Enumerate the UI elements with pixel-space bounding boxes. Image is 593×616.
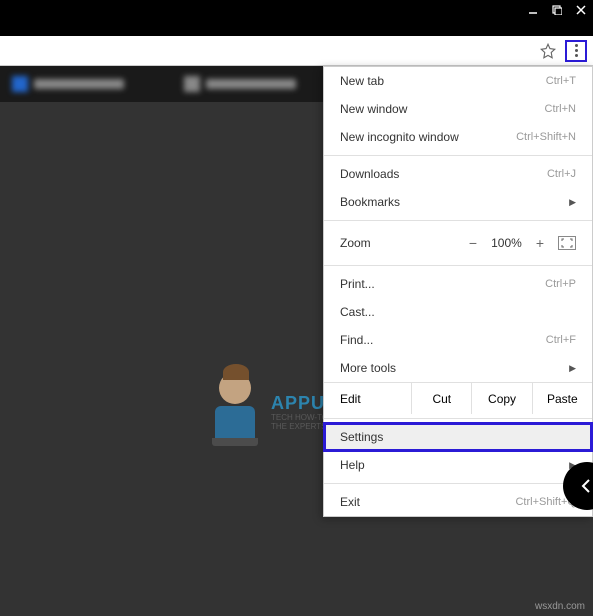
menu-shortcut: Ctrl+F [546, 334, 576, 346]
minimize-button[interactable] [521, 0, 545, 20]
main-menu: New tab Ctrl+T New window Ctrl+N New inc… [323, 66, 593, 517]
window-titlebar [0, 0, 593, 20]
menu-exit[interactable]: Exit Ctrl+Shift+Q [324, 488, 592, 516]
menu-separator [324, 220, 592, 221]
bookmark-star-icon[interactable] [539, 42, 557, 60]
menu-label: New incognito window [340, 130, 459, 144]
menu-more-tools[interactable]: More tools ▶ [324, 354, 592, 382]
tab-strip [0, 20, 593, 36]
menu-find[interactable]: Find... Ctrl+F [324, 326, 592, 354]
menu-label: New tab [340, 74, 384, 88]
menu-label: Downloads [340, 167, 399, 181]
menu-label: Bookmarks [340, 195, 400, 209]
menu-cut[interactable]: Cut [411, 382, 471, 414]
main-menu-button[interactable] [565, 40, 587, 62]
menu-shortcut: Ctrl+J [547, 168, 576, 180]
menu-label: Zoom [340, 236, 371, 250]
zoom-in-button[interactable]: + [536, 235, 544, 251]
menu-new-incognito[interactable]: New incognito window Ctrl+Shift+N [324, 123, 592, 151]
menu-label: Exit [340, 495, 360, 509]
zoom-level: 100% [491, 236, 522, 250]
menu-shortcut: Ctrl+N [545, 103, 576, 115]
close-button[interactable] [569, 0, 593, 20]
menu-settings[interactable]: Settings [324, 423, 592, 451]
menu-cast[interactable]: Cast... [324, 298, 592, 326]
menu-separator [324, 483, 592, 484]
bookmark-item[interactable] [12, 76, 124, 92]
menu-paste[interactable]: Paste [532, 382, 592, 414]
menu-label: Cast... [340, 305, 375, 319]
menu-shortcut: Ctrl+Shift+N [516, 131, 576, 143]
menu-bookmarks[interactable]: Bookmarks ▶ [324, 188, 592, 216]
menu-label: Print... [340, 277, 375, 291]
menu-label: Find... [340, 333, 373, 347]
chevron-right-icon: ▶ [569, 197, 576, 208]
menu-separator [324, 418, 592, 419]
menu-shortcut: Ctrl+P [545, 278, 576, 290]
menu-print[interactable]: Print... Ctrl+P [324, 270, 592, 298]
zoom-out-button[interactable]: − [469, 235, 477, 251]
bookmark-item[interactable] [184, 76, 296, 92]
menu-copy[interactable]: Copy [471, 382, 531, 414]
kebab-icon [575, 44, 578, 57]
menu-label: More tools [340, 361, 396, 375]
menu-shortcut: Ctrl+T [546, 75, 576, 87]
menu-downloads[interactable]: Downloads Ctrl+J [324, 160, 592, 188]
menu-edit-row: Edit Cut Copy Paste [324, 382, 592, 414]
menu-separator [324, 265, 592, 266]
omnibox-row [0, 36, 593, 66]
menu-new-window[interactable]: New window Ctrl+N [324, 95, 592, 123]
menu-label: Settings [340, 430, 383, 444]
maximize-button[interactable] [545, 0, 569, 20]
menu-separator [324, 155, 592, 156]
menu-new-tab[interactable]: New tab Ctrl+T [324, 67, 592, 95]
menu-label: Help [340, 458, 365, 472]
chevron-right-icon: ▶ [569, 363, 576, 374]
menu-edit-label: Edit [324, 382, 411, 414]
menu-help[interactable]: Help ▶ [324, 451, 592, 479]
fullscreen-button[interactable] [558, 236, 576, 250]
menu-zoom: Zoom − 100% + [324, 225, 592, 261]
image-credit: wsxdn.com [535, 601, 585, 612]
menu-label: New window [340, 102, 407, 116]
